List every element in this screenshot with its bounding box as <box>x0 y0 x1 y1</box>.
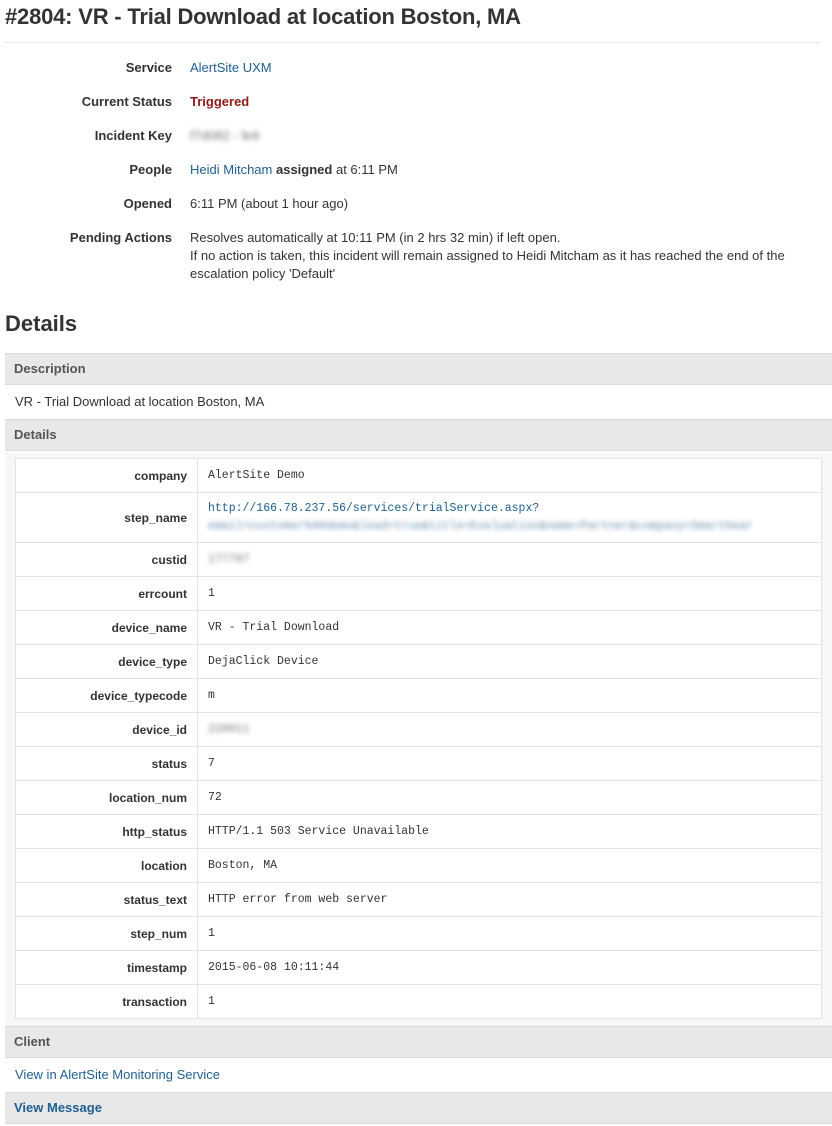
detail-value: HTTP/1.1 503 Service Unavailable <box>197 814 822 849</box>
detail-value: Boston, MA <box>197 848 822 883</box>
detail-value: HTTP error from web server <box>197 882 822 917</box>
incident-key-value: f7d082 - fe9 <box>190 128 260 143</box>
detail-value: 228911 <box>197 712 822 747</box>
detail-row-http_status: http_status HTTP/1.1 503 Service Unavaila… <box>15 814 822 849</box>
detail-row-status: status 7 <box>15 746 822 781</box>
detail-row-timestamp: timestamp 2015-06-08 10:11:44 <box>15 950 822 985</box>
detail-key: custid <box>15 542 198 577</box>
step-url-link[interactable]: http://166.78.237.56/services/trialServi… <box>208 500 820 518</box>
details-heading: Details <box>5 311 78 336</box>
opened-value: 6:11 PM (about 1 hour ago) <box>190 196 349 211</box>
detail-key: device_type <box>15 644 198 679</box>
detail-key: device_name <box>15 610 198 645</box>
title-divider <box>5 42 820 43</box>
detail-key: location <box>15 848 198 883</box>
detail-value: VR - Trial Download <box>197 610 822 645</box>
detail-key: location_num <box>15 780 198 815</box>
detail-row-custid: custid 177787 <box>15 542 822 577</box>
detail-row-device_type: device_type DejaClick Device <box>15 644 822 679</box>
detail-value-text: AlertSite Demo <box>208 469 305 482</box>
description-header: Description <box>5 353 832 385</box>
detail-row-errcount: errcount 1 <box>15 576 822 611</box>
detail-value: http://166.78.237.56/services/trialServi… <box>197 492 822 543</box>
details-table: company AlertSite Demo step_name http://166… <box>15 458 822 1019</box>
assigned-text: assigned <box>275 162 333 177</box>
detail-key: errcount <box>15 576 198 611</box>
detail-value-text: 177787 <box>208 553 250 566</box>
opened-label: Opened <box>123 196 172 211</box>
people-label: People <box>129 162 172 177</box>
status-label: Current Status <box>81 94 172 109</box>
detail-key: status_text <box>15 882 198 917</box>
detail-row-status_text: status_text HTTP error from web server <box>15 882 822 917</box>
page-title: #2804: VR - Trial Download at location B… <box>5 4 521 29</box>
view-message-button[interactable]: View Message <box>5 1092 832 1124</box>
detail-row-location_num: location_num 72 <box>15 780 822 815</box>
detail-value-text: 1 <box>208 927 215 940</box>
detail-value: 1 <box>197 984 822 1019</box>
detail-value: 7 <box>197 746 822 781</box>
description-text: VR - Trial Download at location Boston, … <box>15 394 265 409</box>
detail-value-text: VR - Trial Download <box>208 621 340 634</box>
detail-value: DejaClick Device <box>197 644 822 679</box>
detail-value-text: 2015-06-08 10:11:44 <box>208 961 340 974</box>
detail-row-step_name: step_name http://166.78.237.56/services/t… <box>15 492 822 543</box>
detail-value-text: m <box>208 689 215 702</box>
detail-row-step_num: step_num 1 <box>15 916 822 951</box>
detail-value: 72 <box>197 780 822 815</box>
pending-actions-label: Pending Actions <box>69 230 172 245</box>
detail-key: step_name <box>15 492 198 543</box>
pending-escalation-text: If no action is taken, this incident wil… <box>190 248 785 281</box>
view-in-alertsite-link[interactable]: View in AlertSite Monitoring Service <box>15 1067 220 1082</box>
incident-key-label: Incident Key <box>94 128 172 143</box>
detail-value: 1 <box>197 916 822 951</box>
detail-key: company <box>15 458 198 493</box>
detail-value-text: DejaClick Device <box>208 655 319 668</box>
step-url-query: email=customer%40demo&lead=true&title=Ev… <box>208 519 754 533</box>
details-panel: company AlertSite Demo step_name http://166… <box>5 452 832 1026</box>
detail-key: device_typecode <box>15 678 198 713</box>
detail-value: 177787 <box>197 542 822 577</box>
detail-key: status <box>15 746 198 781</box>
detail-key: step_num <box>15 916 198 951</box>
detail-key: http_status <box>15 814 198 849</box>
detail-row-company: company AlertSite Demo <box>15 458 822 493</box>
status-badge: Triggered <box>190 94 250 109</box>
detail-value: 1 <box>197 576 822 611</box>
detail-value-text: 7 <box>208 757 215 770</box>
assignee-link[interactable]: Heidi Mitcham <box>190 162 272 177</box>
detail-row-location: location Boston, MA <box>15 848 822 883</box>
pending-resolve-text: Resolves automatically at 10:11 PM (in 2… <box>190 230 561 245</box>
detail-value: AlertSite Demo <box>197 458 822 493</box>
detail-key: timestamp <box>15 950 198 985</box>
client-header: Client <box>5 1026 832 1058</box>
service-label: Service <box>125 60 172 75</box>
detail-value-text: HTTP error from web server <box>208 893 388 906</box>
detail-row-device_typecode: device_typecode m <box>15 678 822 713</box>
detail-value-text: 1 <box>208 587 215 600</box>
detail-key: transaction <box>15 984 198 1019</box>
detail-value-text: 1 <box>208 995 215 1008</box>
detail-value: m <box>197 678 822 713</box>
detail-value-text: Boston, MA <box>208 859 278 872</box>
detail-key: device_id <box>15 712 198 747</box>
detail-value-text: HTTP/1.1 503 Service Unavailable <box>208 825 429 838</box>
detail-value-text: 72 <box>208 791 222 804</box>
detail-value-text: 228911 <box>208 723 250 736</box>
detail-row-device_id: device_id 228911 <box>15 712 822 747</box>
detail-value: 2015-06-08 10:11:44 <box>197 950 822 985</box>
detail-row-device_name: device_name VR - Trial Download <box>15 610 822 645</box>
assigned-time: at 6:11 PM <box>335 162 398 177</box>
detail-row-transaction: transaction 1 <box>15 984 822 1019</box>
service-link[interactable]: AlertSite UXM <box>190 60 272 75</box>
details-header: Details <box>5 419 832 451</box>
